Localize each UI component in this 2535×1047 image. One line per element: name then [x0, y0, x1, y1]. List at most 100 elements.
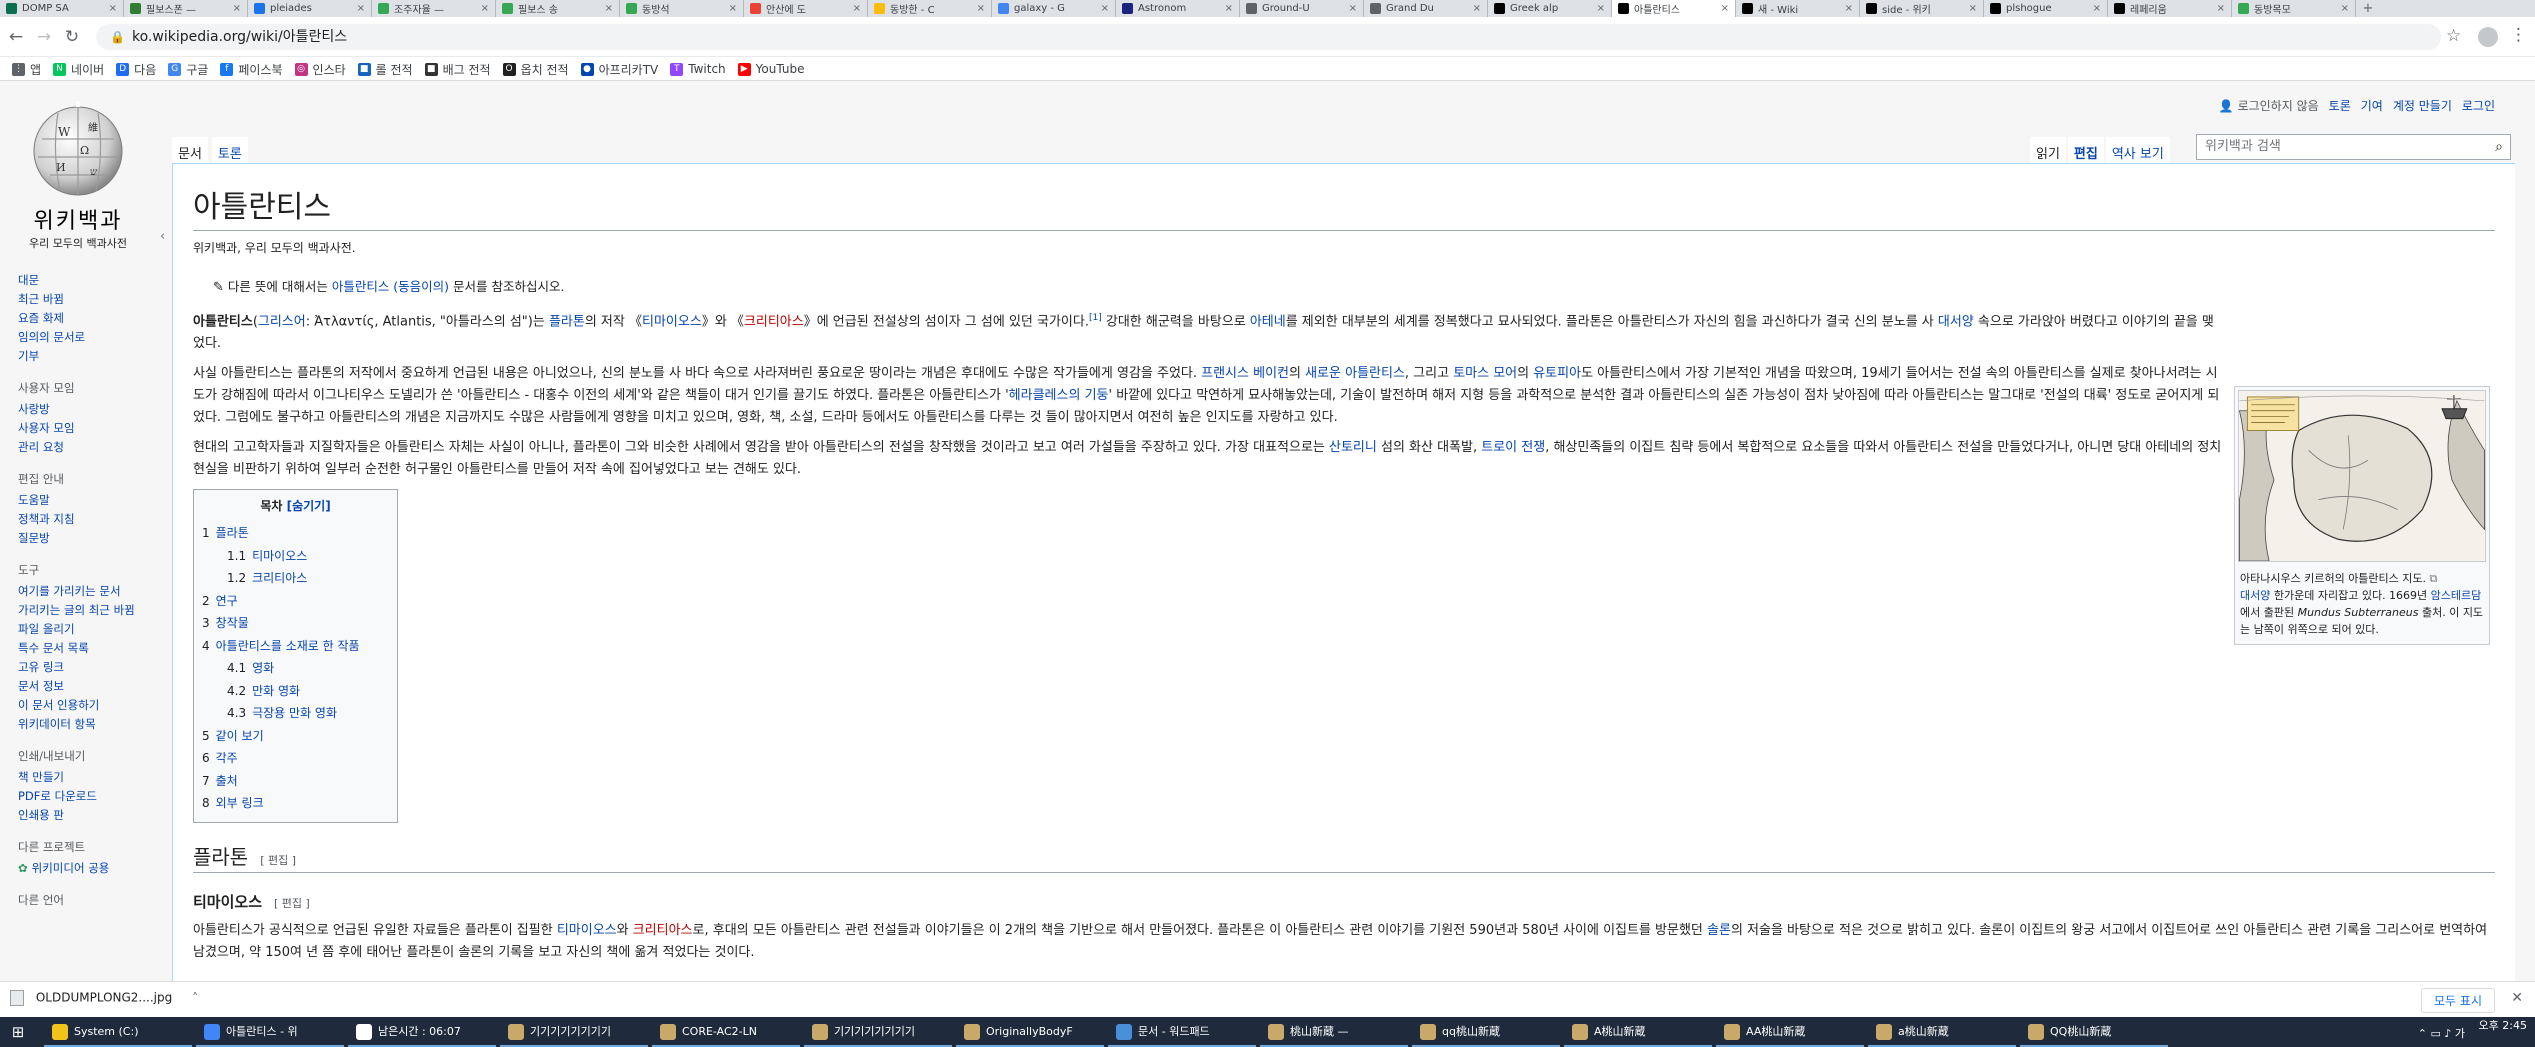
- sidebar-link[interactable]: 여기를 가리키는 문서: [18, 584, 121, 598]
- toc-link[interactable]: 크리티아스: [252, 571, 307, 585]
- bookmark-item[interactable]: G 구글: [168, 57, 208, 81]
- sidebar-link[interactable]: 사용자 모임: [18, 421, 75, 435]
- toc-entry[interactable]: 1.2 크리티아스: [202, 567, 389, 590]
- taskbar-item[interactable]: System (C:): [44, 1017, 192, 1047]
- tab-close-icon[interactable]: ×: [1101, 3, 1109, 14]
- bookmark-item[interactable]: D 다음: [116, 57, 156, 81]
- back-icon[interactable]: ←: [4, 27, 28, 47]
- footnote-1[interactable]: [1]: [1089, 313, 1102, 323]
- bookmark-item[interactable]: N 네이버: [53, 57, 104, 81]
- taskbar-item[interactable]: 남은시간 : 06:07: [348, 1017, 496, 1047]
- browser-tab[interactable]: 동방한 - C ×: [868, 0, 992, 17]
- browser-tab[interactable]: 필보스 송 ×: [496, 0, 620, 17]
- sidebar-link[interactable]: 정책과 지침: [18, 512, 75, 526]
- link-atlantic[interactable]: 대서양: [1938, 314, 1974, 329]
- bookmark-item[interactable]: ▶ YouTube: [737, 57, 804, 81]
- browser-tab[interactable]: 조주자율 — ×: [372, 0, 496, 17]
- edit-subsection-link[interactable]: [ 편집 ]: [274, 897, 310, 910]
- sidebar-link[interactable]: 고유 링크: [18, 660, 64, 674]
- personal-link[interactable]: 로그인: [2462, 99, 2495, 113]
- taskbar-item[interactable]: 기기기기기기기기: [804, 1017, 952, 1047]
- link-new-atlantis[interactable]: 새로운 아틀란티스: [1305, 366, 1405, 381]
- link-bacon[interactable]: 프랜시스 베이컨: [1201, 366, 1289, 381]
- tab-close-icon[interactable]: ×: [977, 3, 985, 14]
- toc-link[interactable]: 같이 보기: [216, 729, 264, 743]
- enlarge-icon[interactable]: ⧉: [2430, 572, 2438, 585]
- sidebar-link[interactable]: 사랑방: [18, 402, 50, 416]
- reload-icon[interactable]: ↻: [60, 27, 84, 47]
- wiki-logo[interactable]: W Ω И 維 ש 위키백과 우리 모두의 백과사전: [18, 99, 138, 251]
- edit-section-link[interactable]: [ 편집 ]: [260, 854, 296, 867]
- windows-start-icon[interactable]: ⊞: [0, 1017, 36, 1047]
- toc-entry[interactable]: 1 플라톤: [202, 522, 389, 545]
- browser-tab[interactable]: Greek alp ×: [1488, 0, 1612, 17]
- toc-entry[interactable]: 2 연구: [202, 590, 389, 613]
- tab-close-icon[interactable]: ×: [233, 3, 241, 14]
- toc-link[interactable]: 출처: [216, 774, 238, 788]
- browser-menu-icon[interactable]: ⋮: [2510, 25, 2527, 45]
- sidebar-link[interactable]: 기부: [18, 349, 39, 363]
- sidebar-link[interactable]: 도움말: [18, 493, 50, 507]
- browser-tab[interactable]: plshogue ×: [1984, 0, 2108, 17]
- taskbar-item[interactable]: OriginallyBodyF: [956, 1017, 1104, 1047]
- browser-tab[interactable]: 필보스폰 — ×: [124, 0, 248, 17]
- link-timaeus[interactable]: 티마이오스: [557, 923, 617, 938]
- toc-link[interactable]: 외부 링크: [216, 796, 264, 810]
- tab-close-icon[interactable]: ×: [357, 3, 365, 14]
- sidebar-link[interactable]: 최근 바뀜: [18, 292, 64, 306]
- show-all-button[interactable]: 모두 표시: [2421, 988, 2495, 1013]
- download-item[interactable]: OLDDUMPLONG2....jpg ˄: [10, 990, 198, 1006]
- sidebar-link[interactable]: 이 문서 인용하기: [18, 698, 99, 712]
- browser-tab[interactable]: galaxy - G ×: [992, 0, 1116, 17]
- link-utopia[interactable]: 유토피아: [1533, 366, 1581, 381]
- sidebar-link[interactable]: 인쇄용 판: [18, 808, 64, 822]
- link-timaeus[interactable]: 티마이오스: [642, 314, 702, 329]
- taskbar-item[interactable]: a桃山新蔵: [1868, 1017, 2016, 1047]
- toc-entry[interactable]: 1.1 티마이오스: [202, 545, 389, 568]
- browser-tab[interactable]: 동방석 ×: [620, 0, 744, 17]
- toc-entry[interactable]: 5 같이 보기: [202, 725, 389, 748]
- tab-close-icon[interactable]: ×: [853, 3, 861, 14]
- personal-link[interactable]: 계정 만들기: [2393, 99, 2452, 113]
- url-bar[interactable]: 🔒 ko.wikipedia.org/wiki/아틀란티스: [96, 24, 2441, 50]
- link-critias[interactable]: 크리티아스: [633, 923, 693, 938]
- search-input[interactable]: 위키백과 검색 ⌕: [2196, 134, 2511, 160]
- sidebar-link[interactable]: 가리키는 글의 최근 바뀜: [18, 603, 135, 617]
- sidebar-link[interactable]: 임의의 문서로: [18, 330, 85, 344]
- sidebar-link[interactable]: 위키데이터 항목: [18, 717, 96, 731]
- browser-tab[interactable]: 동방목모 ×: [2232, 0, 2356, 17]
- browser-tab[interactable]: Ground-U ×: [1240, 0, 1364, 17]
- taskbar-item[interactable]: 기기기기기기기기: [500, 1017, 648, 1047]
- browser-tab[interactable]: Grand Du ×: [1364, 0, 1488, 17]
- browser-tab[interactable]: pleiades ×: [248, 0, 372, 17]
- tab-close-icon[interactable]: ×: [2217, 3, 2225, 14]
- toc-entry[interactable]: 4.1 영화: [202, 657, 389, 680]
- tab-close-icon[interactable]: ×: [1597, 3, 1605, 14]
- sidebar-link[interactable]: 특수 문서 목록: [18, 641, 89, 655]
- link-more[interactable]: 토마스 모어: [1453, 366, 1517, 381]
- browser-tab[interactable]: DOMP SA ×: [0, 0, 124, 17]
- browser-tab[interactable]: 새 - Wiki ×: [1736, 0, 1860, 17]
- tab-close-icon[interactable]: ×: [2341, 3, 2349, 14]
- toc-link[interactable]: 티마이오스: [252, 549, 307, 563]
- link-trojan-war[interactable]: 트로이 전쟁: [1481, 440, 1545, 455]
- personal-link[interactable]: 토론: [2329, 99, 2351, 113]
- close-icon[interactable]: ✕: [2511, 990, 2523, 1006]
- sidebar-collapse-icon[interactable]: ‹: [160, 229, 165, 244]
- link-plato[interactable]: 플라톤: [549, 314, 585, 329]
- taskbar-item[interactable]: 아틀란티스 - 위: [196, 1017, 344, 1047]
- hatnote-link[interactable]: 아틀란티스 (동음이의): [332, 279, 449, 294]
- atlantis-map-image[interactable]: [2238, 390, 2486, 562]
- tab-close-icon[interactable]: ×: [1721, 3, 1729, 14]
- bookmark-item[interactable]: ◎ 인스타: [294, 57, 346, 81]
- bookmark-item[interactable]: ■ 롤 전적: [357, 57, 413, 81]
- tab-close-icon[interactable]: ×: [1969, 3, 1977, 14]
- taskbar-item[interactable]: A桃山新蔵: [1564, 1017, 1712, 1047]
- sidebar-link[interactable]: 문서 정보: [18, 679, 64, 693]
- bookmark-item[interactable]: f 페이스북: [220, 57, 283, 81]
- sidebar-link[interactable]: 질문방: [18, 531, 50, 545]
- sidebar-link[interactable]: 책 만들기: [18, 770, 64, 784]
- tab-close-icon[interactable]: ×: [1349, 3, 1357, 14]
- toc-link[interactable]: 아틀란티스를 소재로 한 작품: [216, 639, 360, 653]
- tab-close-icon[interactable]: ×: [2093, 3, 2101, 14]
